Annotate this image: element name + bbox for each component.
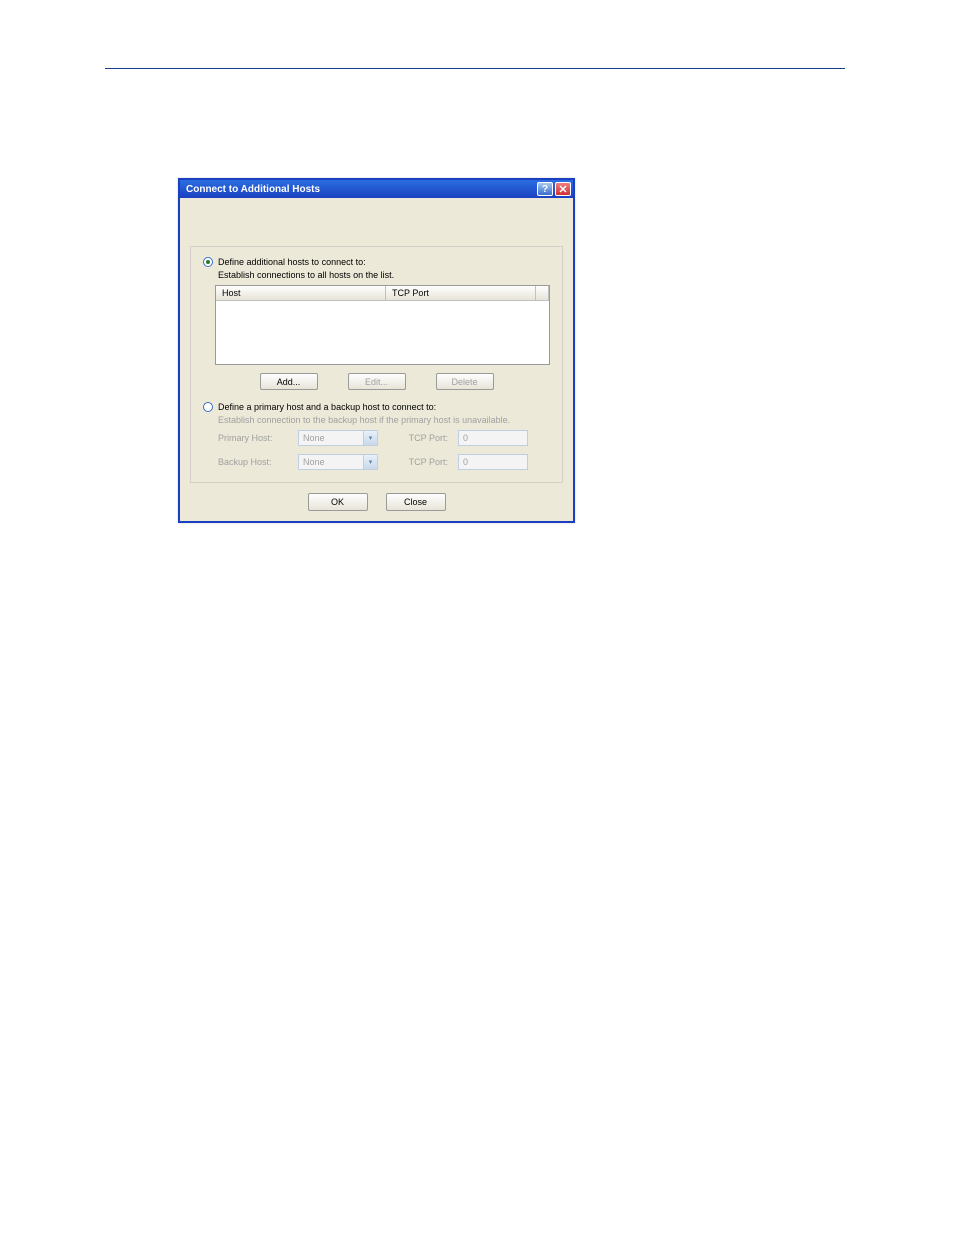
hosts-table[interactable]: Host TCP Port	[215, 285, 550, 365]
radio-additional-hosts[interactable]: Define additional hosts to connect to:	[203, 257, 550, 267]
chevron-down-icon: ▾	[363, 431, 377, 445]
ok-button[interactable]: OK	[308, 493, 368, 511]
radio-label: Define a primary host and a backup host …	[218, 402, 436, 412]
col-host[interactable]: Host	[216, 286, 386, 300]
dialog-title: Connect to Additional Hosts	[186, 184, 537, 195]
close-button[interactable]: Close	[386, 493, 446, 511]
add-button[interactable]: Add...	[260, 373, 318, 390]
backup-host-label: Backup Host:	[218, 457, 288, 467]
dialog-body: Define additional hosts to connect to: E…	[180, 198, 573, 521]
field-value: 0	[463, 433, 468, 443]
section2: Define a primary host and a backup host …	[203, 402, 550, 470]
close-window-button[interactable]	[555, 182, 571, 196]
table-body[interactable]	[216, 301, 549, 364]
radio-label: Define additional hosts to connect to:	[218, 257, 366, 267]
col-tcp-port[interactable]: TCP Port	[386, 286, 536, 300]
radio-icon	[203, 257, 213, 267]
dropdown-value: None	[303, 457, 325, 467]
close-icon	[559, 185, 567, 193]
backup-port-field[interactable]: 0	[458, 454, 528, 470]
hosts-groupbox: Define additional hosts to connect to: E…	[190, 246, 563, 483]
edit-button[interactable]: Edit...	[348, 373, 406, 390]
delete-button[interactable]: Delete	[436, 373, 494, 390]
field-value: 0	[463, 457, 468, 467]
help-button[interactable]: ?	[537, 182, 553, 196]
col-spacer	[536, 286, 549, 300]
dialog-footer: OK Close	[190, 483, 563, 513]
primary-port-label: TCP Port:	[388, 433, 448, 443]
section1-buttons: Add... Edit... Delete	[203, 373, 550, 390]
section1-subtext: Establish connections to all hosts on th…	[218, 270, 550, 280]
radio-icon	[203, 402, 213, 412]
dropdown-value: None	[303, 433, 325, 443]
page-divider	[105, 68, 845, 69]
primary-host-label: Primary Host:	[218, 433, 288, 443]
section2-subtext: Establish connection to the backup host …	[218, 415, 550, 425]
primary-host-dropdown[interactable]: None ▾	[298, 430, 378, 446]
radio-primary-backup[interactable]: Define a primary host and a backup host …	[203, 402, 550, 412]
connect-additional-hosts-dialog: Connect to Additional Hosts ? Define add…	[178, 178, 575, 523]
chevron-down-icon: ▾	[363, 455, 377, 469]
titlebar[interactable]: Connect to Additional Hosts ?	[180, 180, 573, 198]
table-header: Host TCP Port	[216, 286, 549, 301]
backup-host-dropdown[interactable]: None ▾	[298, 454, 378, 470]
backup-port-label: TCP Port:	[388, 457, 448, 467]
host-grid: Primary Host: None ▾ TCP Port: 0 Backup …	[218, 430, 550, 470]
primary-port-field[interactable]: 0	[458, 430, 528, 446]
